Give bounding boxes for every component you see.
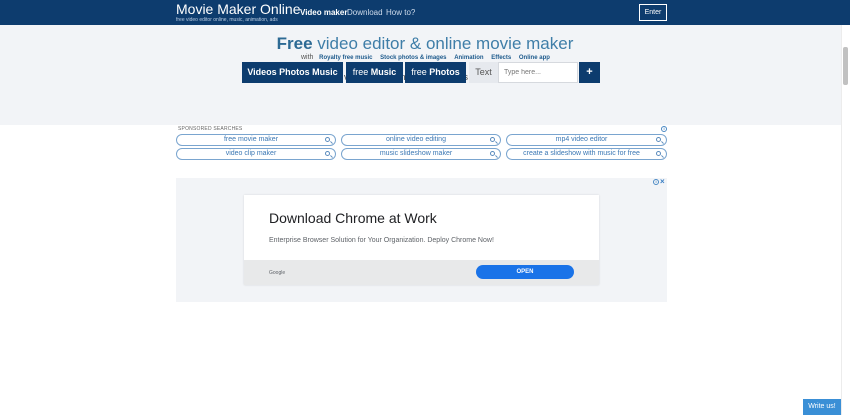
ad-footer: Google OPEN (244, 260, 599, 285)
search-icon (325, 137, 330, 142)
page-title: Free video editor & online movie maker (276, 34, 574, 53)
sponsored-search-item[interactable]: free movie maker (176, 134, 336, 146)
free-photos-button[interactable]: free Photos (405, 62, 466, 83)
top-navbar (0, 0, 850, 25)
ad-advertiser: Google (269, 270, 286, 276)
free-music-button[interactable]: free Music (346, 62, 403, 83)
close-icon[interactable]: × (660, 178, 665, 186)
link-effects[interactable]: Effects (491, 55, 511, 61)
with-label: with (301, 54, 314, 61)
sponsored-label: SPONSORED SEARCHES (178, 126, 243, 132)
brand-logo[interactable]: Movie Maker Online (176, 2, 301, 17)
ad-open-button[interactable]: OPEN (476, 265, 574, 279)
text-input[interactable] (498, 62, 578, 83)
feature-links: with Royalty free music Stock photos & i… (301, 54, 556, 62)
search-icon (490, 151, 495, 156)
upload-button[interactable]: Videos Photos Music (242, 62, 343, 83)
search-icon (490, 137, 495, 142)
link-stock-photos[interactable]: Stock photos & images (380, 55, 446, 61)
scrollbar-thumb[interactable] (843, 47, 848, 85)
nav-download[interactable]: Download (347, 8, 383, 18)
ad-card[interactable]: Download Chrome at Work Enterprise Brows… (244, 195, 599, 285)
sponsored-search-item[interactable]: video clip maker (176, 148, 336, 160)
sponsored-search-item[interactable]: mp4 video editor (506, 134, 667, 146)
ad-choices-icon[interactable]: i (653, 179, 659, 185)
link-animation[interactable]: Animation (454, 55, 483, 61)
text-label: Text (469, 62, 498, 83)
link-royalty-free-music[interactable]: Royalty free music (319, 55, 372, 61)
info-icon[interactable]: i (661, 126, 667, 132)
nav-how-to[interactable]: How to? (386, 8, 415, 18)
enter-button[interactable]: Enter (639, 4, 667, 21)
ad-description: Enterprise Browser Solution for Your Org… (269, 237, 494, 244)
write-us-button[interactable]: Write us! (803, 399, 841, 415)
add-text-button[interactable]: + (579, 62, 600, 83)
brand-tagline: free video editor online, music, animati… (176, 17, 278, 23)
search-icon (325, 151, 330, 156)
sponsored-search-item[interactable]: create a slideshow with music for free (506, 148, 667, 160)
nav-video-maker[interactable]: Video maker (300, 8, 347, 18)
link-online-app[interactable]: Online app (519, 55, 550, 61)
sponsored-search-item[interactable]: online video editing (341, 134, 501, 146)
search-icon (656, 151, 661, 156)
sponsored-search-item[interactable]: music slideshow maker (341, 148, 501, 160)
search-icon (656, 137, 661, 142)
ad-title[interactable]: Download Chrome at Work (269, 210, 437, 226)
